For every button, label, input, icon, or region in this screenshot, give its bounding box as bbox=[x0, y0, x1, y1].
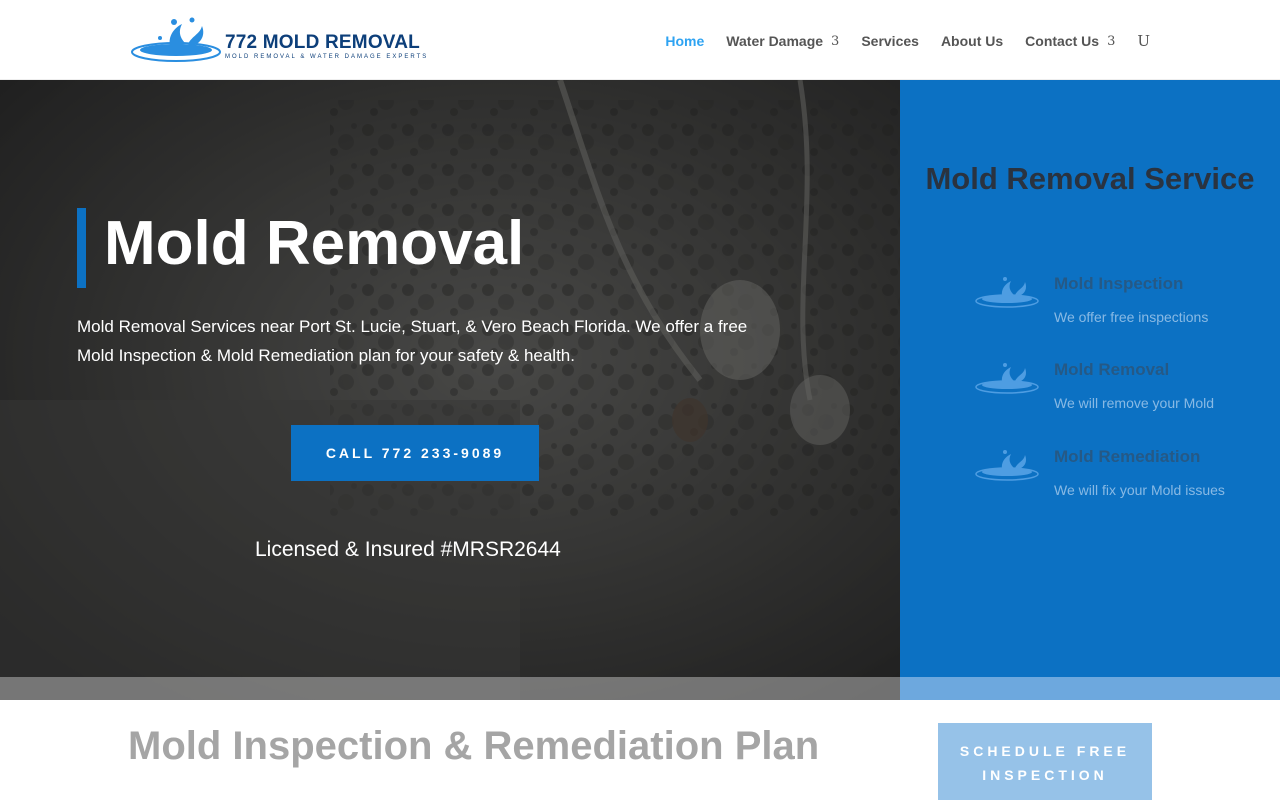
section-divider-band-right bbox=[900, 677, 1280, 700]
chevron-down-icon: 3 bbox=[1107, 33, 1116, 49]
nav-contact[interactable]: Contact Us 3 bbox=[1025, 33, 1115, 49]
service-desc: We offer free inspections bbox=[1054, 309, 1209, 325]
nav-home[interactable]: Home bbox=[665, 33, 704, 49]
hero-title: Mold Removal bbox=[104, 209, 525, 278]
nav-services[interactable]: Services bbox=[861, 33, 919, 49]
nav-water-damage[interactable]: Water Damage 3 bbox=[726, 33, 839, 49]
brand-title: 772 MOLD REMOVAL bbox=[225, 32, 420, 53]
inspection-section-title: Mold Inspection & Remediation Plan bbox=[128, 724, 820, 768]
hero-section: Mold Removal Mold Removal Services near … bbox=[0, 80, 900, 700]
service-desc: We will fix your Mold issues bbox=[1054, 482, 1225, 498]
service-name: Mold Remediation bbox=[1054, 447, 1201, 466]
inspection-section: Mold Inspection & Remediation Plan SCHED… bbox=[0, 700, 1280, 800]
water-splash-icon bbox=[131, 17, 221, 62]
nav-services-label: Services bbox=[861, 33, 919, 49]
nav-water-damage-label: Water Damage bbox=[726, 33, 824, 49]
main-nav: Home Water Damage 3 Services About Us Co… bbox=[643, 32, 1150, 50]
water-splash-icon bbox=[975, 363, 1039, 394]
nav-about[interactable]: About Us bbox=[941, 33, 1003, 49]
chevron-down-icon: 3 bbox=[831, 33, 840, 49]
hero-title-block: Mold Removal bbox=[77, 208, 524, 288]
services-panel-title: Mold Removal Service bbox=[925, 161, 1255, 196]
call-button[interactable]: CALL 772 233-9089 bbox=[291, 425, 539, 481]
service-name: Mold Removal bbox=[1054, 360, 1170, 379]
service-item-removal[interactable]: Mold Removal We will remove your Mold bbox=[974, 360, 1274, 420]
site-header: 772 MOLD REMOVAL Mold Removal & Water Da… bbox=[0, 0, 1280, 80]
brand-tagline: Mold Removal & Water Damage Experts bbox=[225, 54, 429, 60]
nav-home-label: Home bbox=[665, 33, 705, 49]
nav-about-label: About Us bbox=[940, 33, 1004, 49]
nav-contact-label: Contact Us bbox=[1025, 33, 1100, 49]
water-splash-icon bbox=[975, 277, 1039, 308]
hero-description: Mold Removal Services near Port St. Luci… bbox=[77, 317, 748, 365]
hero-overlay bbox=[0, 80, 900, 700]
search-icon[interactable]: U bbox=[1137, 32, 1150, 50]
service-desc: We will remove your Mold bbox=[1054, 395, 1215, 411]
services-panel: Mold Removal Service Mold Inspection We … bbox=[900, 80, 1280, 700]
service-item-inspection[interactable]: Mold Inspection We offer free inspection… bbox=[974, 274, 1274, 334]
license-text: Licensed & Insured #MRSR2644 bbox=[255, 538, 561, 561]
schedule-inspection-button[interactable]: SCHEDULE FREE INSPECTION bbox=[938, 723, 1152, 800]
site-logo[interactable]: 772 MOLD REMOVAL Mold Removal & Water Da… bbox=[130, 14, 450, 64]
water-splash-icon bbox=[975, 450, 1039, 481]
service-item-remediation[interactable]: Mold Remediation We will fix your Mold i… bbox=[974, 447, 1274, 507]
service-name: Mold Inspection bbox=[1054, 274, 1184, 293]
